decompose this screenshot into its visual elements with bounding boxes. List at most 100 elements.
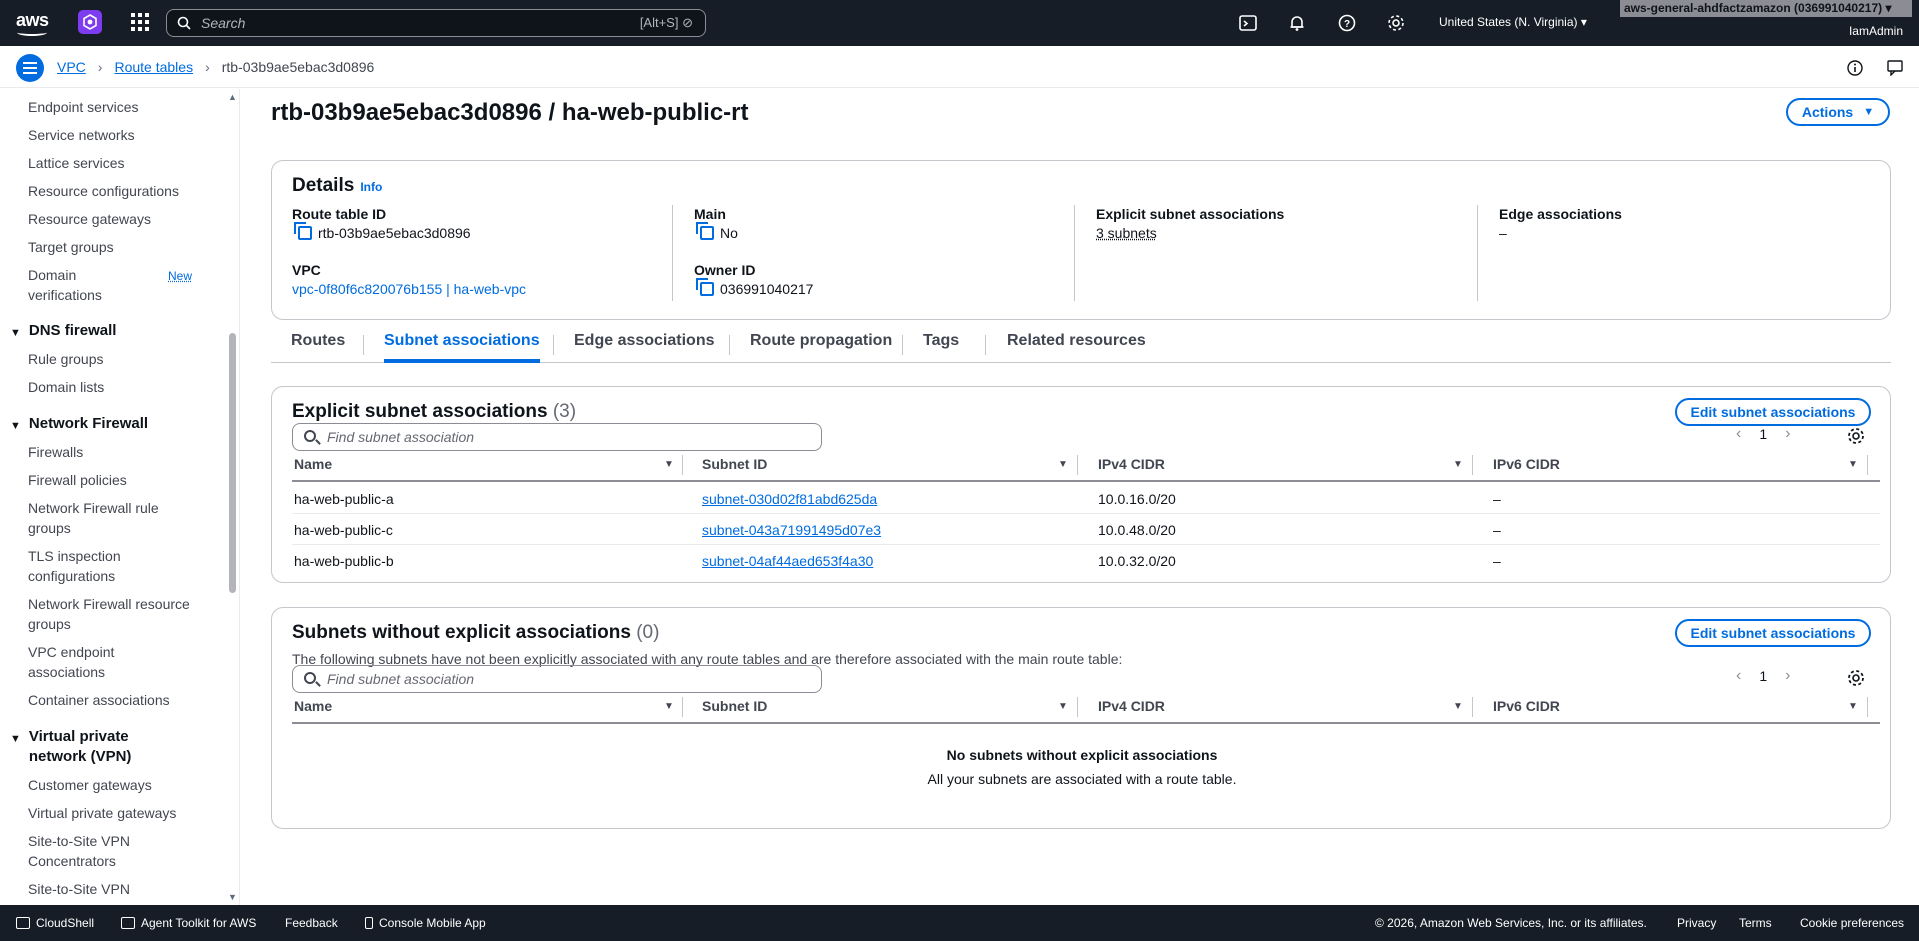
nav-section-vpn[interactable]: ▼ Virtual private network (VPN) bbox=[10, 727, 160, 767]
page-number[interactable]: 1 bbox=[1759, 426, 1767, 442]
nav-container-associations[interactable]: Container associations bbox=[28, 690, 198, 710]
chevron-right-icon[interactable]: › bbox=[1785, 667, 1790, 685]
nav-vpc-endpoint-associations[interactable]: VPC endpoint associations bbox=[28, 642, 148, 682]
chevron-left-icon[interactable]: ‹ bbox=[1736, 425, 1741, 443]
actions-button[interactable]: Actions ▼ bbox=[1786, 98, 1890, 126]
sort-icon[interactable]: ▼ bbox=[1058, 459, 1068, 470]
footer-privacy[interactable]: Privacy bbox=[1677, 916, 1716, 930]
nav-resource-gateways[interactable]: Resource gateways bbox=[28, 209, 198, 229]
nav-site-to-site-vpn[interactable]: Site-to-Site VPN bbox=[28, 879, 198, 899]
nav-resource-configurations[interactable]: Resource configurations bbox=[28, 181, 198, 201]
chevron-right-icon[interactable]: › bbox=[1785, 425, 1790, 443]
find-subnet-association-input[interactable]: Find subnet association bbox=[292, 665, 822, 693]
column-header-name[interactable]: Name bbox=[294, 456, 332, 472]
nav-virtual-private-gateways[interactable]: Virtual private gateways bbox=[28, 803, 198, 823]
sort-icon[interactable]: ▼ bbox=[1453, 459, 1463, 470]
info-link[interactable]: Info bbox=[360, 180, 382, 194]
chevron-left-icon[interactable]: ‹ bbox=[1736, 667, 1741, 685]
cloudshell-icon bbox=[16, 917, 30, 929]
nav-domain-lists[interactable]: Domain lists bbox=[28, 377, 198, 397]
edit-subnet-associations-button[interactable]: Edit subnet associations bbox=[1675, 398, 1871, 426]
nav-network-firewall-resource-groups[interactable]: Network Firewall resource groups bbox=[28, 594, 198, 634]
column-header-ipv4-cidr[interactable]: IPv4 CIDR bbox=[1098, 456, 1165, 472]
tab-tags[interactable]: Tags bbox=[923, 329, 959, 363]
nav-service-networks[interactable]: Service networks bbox=[28, 125, 198, 145]
feedback-icon[interactable] bbox=[1887, 60, 1903, 76]
region-selector[interactable]: United States (N. Virginia) ▾ bbox=[1439, 15, 1587, 29]
caret-down-icon: ▼ bbox=[10, 327, 21, 339]
nav-endpoint-services[interactable]: Endpoint services bbox=[28, 97, 198, 117]
edit-subnet-associations-button[interactable]: Edit subnet associations bbox=[1675, 619, 1871, 647]
column-header-ipv4-cidr[interactable]: IPv4 CIDR bbox=[1098, 698, 1165, 714]
vpc-service-icon[interactable] bbox=[78, 10, 102, 34]
footer-mobile-app[interactable]: Console Mobile App bbox=[365, 916, 486, 930]
subnet-link[interactable]: subnet-04af44aed653f4a30 bbox=[702, 553, 873, 569]
nav-customer-gateways[interactable]: Customer gateways bbox=[28, 775, 198, 795]
sort-icon[interactable]: ▼ bbox=[1058, 701, 1068, 712]
cloudshell-icon[interactable] bbox=[1239, 14, 1257, 32]
footer-agent-toolkit[interactable]: Agent Toolkit for AWS bbox=[121, 916, 256, 930]
copy-icon[interactable] bbox=[696, 222, 714, 240]
vpc-link[interactable]: vpc-0f80f6c820076b155 | ha-web-vpc bbox=[292, 281, 526, 297]
scroll-down-arrow[interactable]: ▼ bbox=[228, 892, 237, 902]
settings-gear-icon[interactable] bbox=[1847, 427, 1865, 445]
search-icon bbox=[304, 672, 316, 684]
detail-tabs: Routes Subnet associations Edge associat… bbox=[271, 329, 1891, 363]
tab-related-resources[interactable]: Related resources bbox=[1007, 329, 1146, 363]
footer-cloudshell[interactable]: CloudShell bbox=[16, 916, 94, 930]
nav-network-firewall-rule-groups[interactable]: Network Firewall rule groups bbox=[28, 498, 178, 538]
copy-icon[interactable] bbox=[294, 222, 312, 240]
nav-firewalls[interactable]: Firewalls bbox=[28, 442, 198, 462]
sort-icon[interactable]: ▼ bbox=[664, 459, 674, 470]
subnet-link[interactable]: subnet-043a71991495d07e3 bbox=[702, 522, 881, 538]
breadcrumb-route-tables[interactable]: Route tables bbox=[114, 59, 193, 75]
pagination: ‹ 1 › bbox=[1736, 425, 1790, 443]
sort-icon[interactable]: ▼ bbox=[1453, 701, 1463, 712]
gear-icon[interactable] bbox=[1387, 14, 1405, 32]
nav-target-groups[interactable]: Target groups bbox=[28, 237, 198, 257]
breadcrumb-vpc[interactable]: VPC bbox=[57, 59, 86, 75]
nav-lattice-services[interactable]: Lattice services bbox=[28, 153, 198, 173]
tab-routes[interactable]: Routes bbox=[291, 329, 345, 363]
user-name[interactable]: IamAdmin bbox=[1849, 24, 1903, 38]
sidebar-scrollbar[interactable] bbox=[229, 333, 236, 593]
footer-terms[interactable]: Terms bbox=[1739, 916, 1772, 930]
column-header-ipv6-cidr[interactable]: IPv6 CIDR bbox=[1493, 698, 1560, 714]
account-menu[interactable]: aws-general-ahdfactzamazon (036991040217… bbox=[1620, 0, 1912, 17]
help-icon[interactable]: ? bbox=[1338, 14, 1356, 32]
tab-subnet-associations[interactable]: Subnet associations bbox=[384, 329, 540, 363]
column-header-ipv6-cidr[interactable]: IPv6 CIDR bbox=[1493, 456, 1560, 472]
explicit-associations-value[interactable]: 3 subnets bbox=[1096, 225, 1157, 241]
nav-domain-verifications[interactable]: Domain verifications bbox=[28, 265, 138, 305]
column-header-name[interactable]: Name bbox=[294, 698, 332, 714]
info-icon[interactable] bbox=[1847, 60, 1863, 76]
tab-route-propagation[interactable]: Route propagation bbox=[750, 329, 892, 363]
nav-rule-groups[interactable]: Rule groups bbox=[28, 349, 198, 369]
column-header-subnet-id[interactable]: Subnet ID bbox=[702, 456, 767, 472]
tab-edge-associations[interactable]: Edge associations bbox=[574, 329, 715, 363]
nav-tls-inspection-configurations[interactable]: TLS inspection configurations bbox=[28, 546, 148, 586]
page-title: rtb-03b9ae5ebac3d0896 / ha-web-public-rt bbox=[271, 99, 749, 126]
page-number[interactable]: 1 bbox=[1759, 668, 1767, 684]
column-header-subnet-id[interactable]: Subnet ID bbox=[702, 698, 767, 714]
find-subnet-association-input[interactable]: Find subnet association bbox=[292, 423, 822, 451]
sort-icon[interactable]: ▼ bbox=[1848, 701, 1858, 712]
aws-logo[interactable]: aws bbox=[16, 10, 50, 36]
settings-gear-icon[interactable] bbox=[1847, 669, 1865, 687]
subnet-link[interactable]: subnet-030d02f81abd625da bbox=[702, 491, 877, 507]
owner-id-label: Owner ID bbox=[694, 262, 756, 278]
bell-icon[interactable] bbox=[1288, 14, 1306, 32]
nav-firewall-policies[interactable]: Firewall policies bbox=[28, 470, 198, 490]
nav-site-to-site-vpn-concentrators[interactable]: Site-to-Site VPN Concentrators bbox=[28, 831, 148, 871]
services-grid-icon[interactable] bbox=[131, 13, 149, 31]
sort-icon[interactable]: ▼ bbox=[664, 701, 674, 712]
nav-section-dns-firewall[interactable]: ▼ DNS firewall bbox=[10, 321, 195, 343]
side-menu-button[interactable] bbox=[16, 54, 44, 82]
copy-icon[interactable] bbox=[696, 278, 714, 296]
sort-icon[interactable]: ▼ bbox=[1848, 459, 1858, 470]
search-input[interactable]: Search [Alt+S] ⊘ bbox=[166, 9, 706, 37]
scroll-up-arrow[interactable]: ▲ bbox=[228, 92, 237, 102]
footer-feedback[interactable]: Feedback bbox=[285, 916, 338, 930]
footer-cookie-preferences[interactable]: Cookie preferences bbox=[1800, 916, 1904, 930]
nav-section-network-firewall[interactable]: ▼ Network Firewall bbox=[10, 414, 195, 436]
